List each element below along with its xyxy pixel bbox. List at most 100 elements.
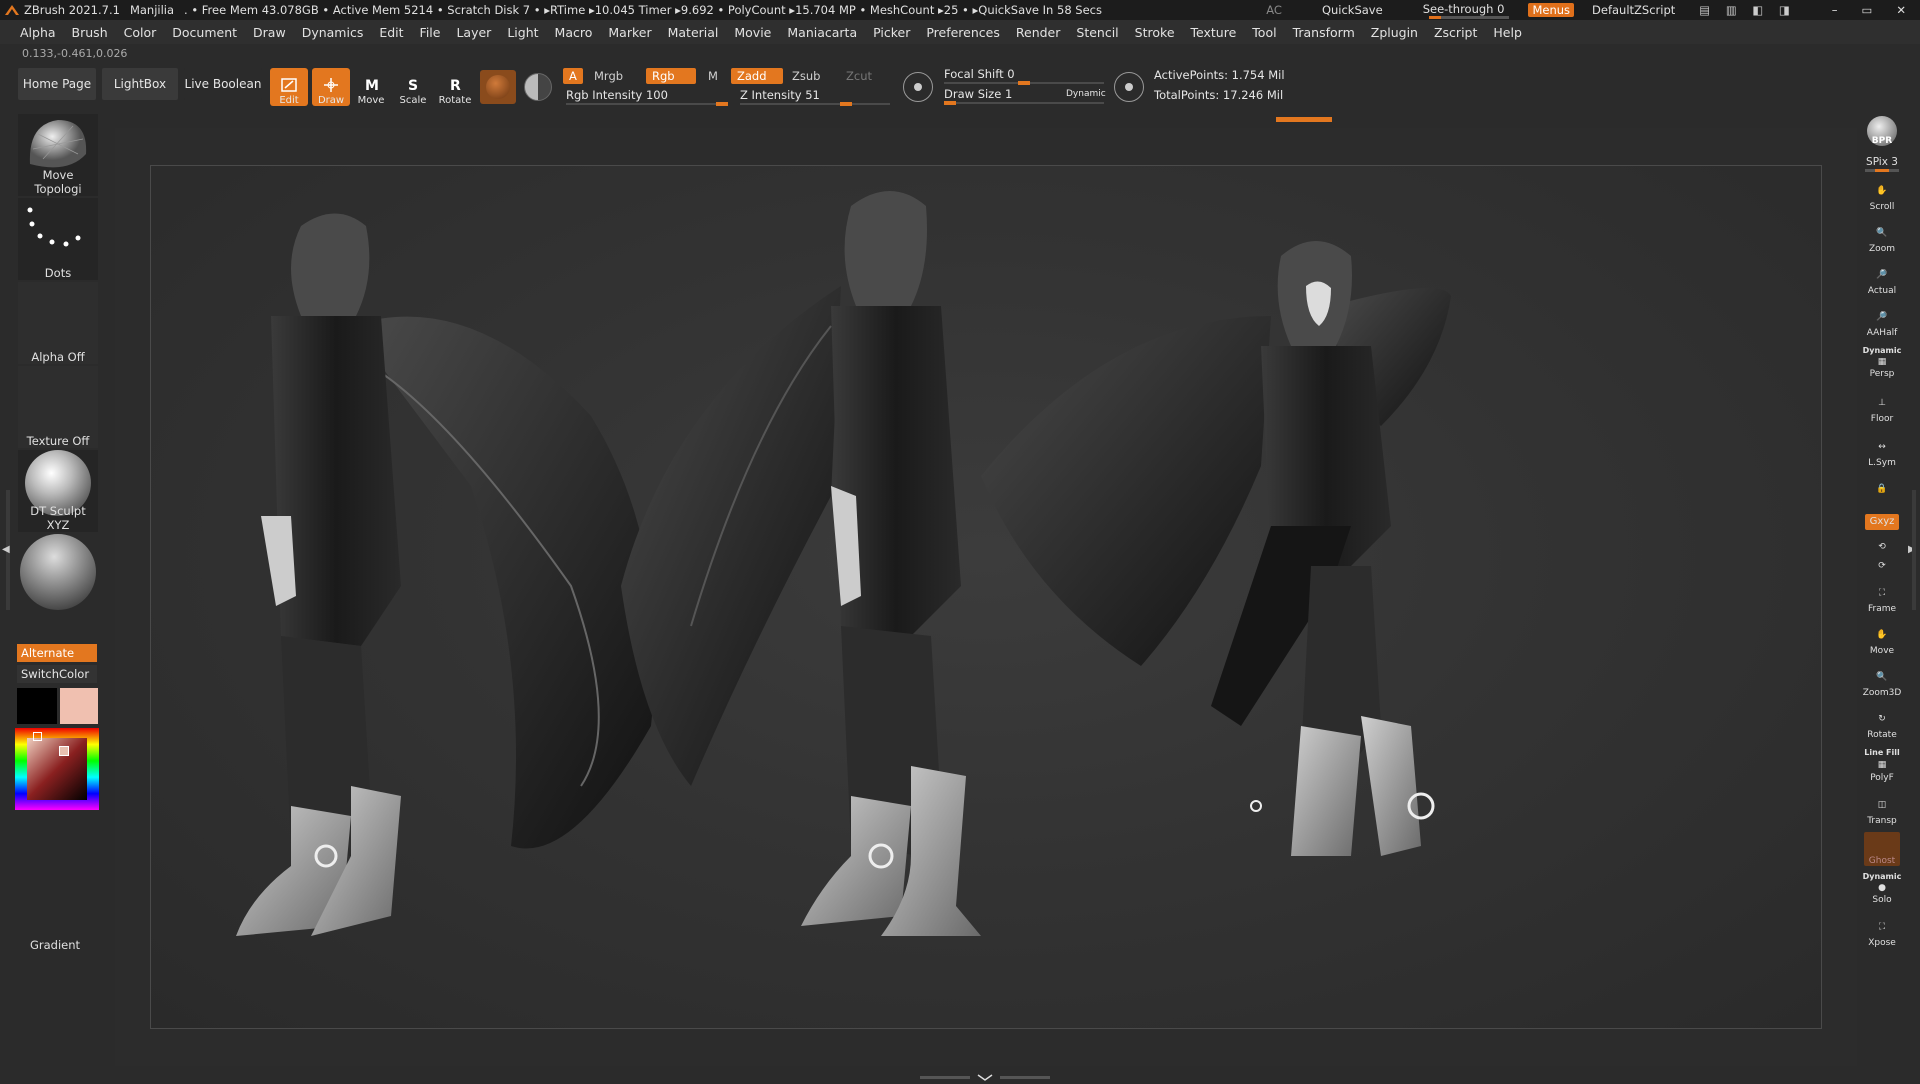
mrgb-toggle[interactable]: Mrgb <box>588 68 629 84</box>
color-square[interactable] <box>27 738 87 800</box>
dynamic-size-icon[interactable] <box>1114 72 1144 102</box>
menu-marker[interactable]: Marker <box>608 25 651 40</box>
menu-file[interactable]: File <box>420 25 441 40</box>
menu-stroke[interactable]: Stroke <box>1135 25 1175 40</box>
menu-preferences[interactable]: Preferences <box>926 25 1000 40</box>
main-color-swatch[interactable] <box>17 688 57 724</box>
menu-light[interactable]: Light <box>507 25 538 40</box>
menu-brush[interactable]: Brush <box>72 25 108 40</box>
alternate-button[interactable]: Alternate <box>17 644 97 662</box>
dynamic-toggle[interactable]: Dynamic <box>1066 89 1106 99</box>
brush-slot[interactable]: Move Topologi <box>18 114 98 196</box>
bottom-tray-handle[interactable] <box>920 1070 1050 1081</box>
quicksave-button[interactable]: QuickSave <box>1322 3 1383 17</box>
draw-size-handle[interactable] <box>944 101 956 105</box>
rotate-view-button[interactable]: ↻ Rotate <box>1862 708 1902 740</box>
stroke-slot[interactable]: Dots <box>18 198 98 280</box>
frame-button[interactable]: ⛶ Frame <box>1862 582 1902 614</box>
texture-slot[interactable]: Texture Off <box>18 366 98 448</box>
live-boolean-button[interactable]: Live Boolean <box>184 68 262 100</box>
menu-layer[interactable]: Layer <box>456 25 491 40</box>
menu-tool[interactable]: Tool <box>1252 25 1276 40</box>
spix-slider[interactable]: SPix 3 <box>1862 156 1902 172</box>
material-preview[interactable] <box>18 534 98 618</box>
material-slot[interactable]: DT Sculpt XYZ <box>18 450 98 532</box>
menu-movie[interactable]: Movie <box>734 25 771 40</box>
material-swatch-button[interactable] <box>480 70 516 104</box>
menu-macro[interactable]: Macro <box>555 25 593 40</box>
draw-mode-button[interactable]: Draw <box>312 68 350 106</box>
menu-help[interactable]: Help <box>1493 25 1522 40</box>
secondary-color-swatch[interactable] <box>60 688 98 724</box>
bpr-button[interactable]: BPR <box>1862 116 1902 146</box>
draw-size-slider[interactable] <box>944 102 1104 104</box>
lightbox-button[interactable]: LightBox <box>102 68 178 100</box>
aahalf-button[interactable]: 🔎 AAHalf <box>1862 306 1902 338</box>
menu-transform[interactable]: Transform <box>1293 25 1355 40</box>
polyf-button[interactable]: Line Fill ▦ PolyF <box>1862 748 1902 783</box>
home-page-button[interactable]: Home Page <box>18 68 96 100</box>
floor-button[interactable]: ⊥ Floor <box>1862 392 1902 424</box>
color-mode-icon[interactable] <box>524 73 552 101</box>
right-tray-scrollbar[interactable] <box>1912 490 1916 610</box>
focal-shift-handle[interactable] <box>1018 81 1030 85</box>
collapse-left-tray-icon[interactable]: ◀ <box>2 544 10 555</box>
ui-layout-icons[interactable]: ▤ ▥ ◧ ◨ <box>1699 3 1795 17</box>
close-icon[interactable]: ✕ <box>1896 3 1906 17</box>
a-toggle[interactable]: A <box>563 68 583 84</box>
actual-button[interactable]: 🔎 Actual <box>1862 264 1902 296</box>
lock-button[interactable]: 🔒 <box>1862 478 1902 500</box>
maximize-icon[interactable]: ▭ <box>1861 3 1872 17</box>
edit-mode-button[interactable]: Edit <box>270 68 308 106</box>
rgb-intensity-handle[interactable] <box>716 102 728 106</box>
m-toggle[interactable]: M <box>702 68 724 84</box>
zcut-toggle[interactable]: Zcut <box>840 68 878 84</box>
rgb-intensity-slider[interactable] <box>566 103 726 105</box>
scroll-button[interactable]: ✋ Scroll <box>1862 180 1902 212</box>
transp-button[interactable]: ◫ Transp <box>1862 794 1902 826</box>
menu-render[interactable]: Render <box>1016 25 1061 40</box>
document-canvas[interactable] <box>150 165 1822 1029</box>
menu-maniacarta[interactable]: Maniacarta <box>787 25 857 40</box>
menu-picker[interactable]: Picker <box>873 25 910 40</box>
move-view-button[interactable]: ✋ Move <box>1862 624 1902 656</box>
color-picker[interactable] <box>15 728 99 810</box>
menu-edit[interactable]: Edit <box>379 25 403 40</box>
menu-dynamics[interactable]: Dynamics <box>302 25 364 40</box>
menu-document[interactable]: Document <box>172 25 237 40</box>
xyz-button[interactable]: Gxyz <box>1862 514 1902 530</box>
switch-color-button[interactable]: SwitchColor <box>17 665 97 683</box>
menu-zscript[interactable]: Zscript <box>1434 25 1477 40</box>
solo-button[interactable]: Dynamic ● Solo <box>1862 872 1902 905</box>
zadd-toggle[interactable]: Zadd <box>731 68 783 84</box>
menu-material[interactable]: Material <box>668 25 719 40</box>
zoom3d-button[interactable]: 🔍 Zoom3D <box>1862 666 1902 698</box>
see-through-slider[interactable]: See-through 0 <box>1423 2 1515 19</box>
lazy-mouse-icon[interactable] <box>903 72 933 102</box>
menu-draw[interactable]: Draw <box>253 25 286 40</box>
rgb-toggle[interactable]: Rgb <box>646 68 696 84</box>
menus-button[interactable]: Menus <box>1528 3 1575 17</box>
xpose-button[interactable]: ⛶ Xpose <box>1862 916 1902 948</box>
z-intensity-slider[interactable] <box>740 103 890 105</box>
zsub-toggle[interactable]: Zsub <box>786 68 826 84</box>
move-mode-button[interactable]: M Move <box>352 68 390 106</box>
zoom-button[interactable]: 🔍 Zoom <box>1862 222 1902 254</box>
menu-texture[interactable]: Texture <box>1191 25 1237 40</box>
persp-button[interactable]: Dynamic ▦ Persp <box>1862 346 1902 379</box>
floor-icon: ⊥ <box>1878 398 1886 408</box>
z-intensity-handle[interactable] <box>840 102 852 106</box>
menu-color[interactable]: Color <box>124 25 157 40</box>
default-zscript-button[interactable]: DefaultZScript <box>1592 3 1675 17</box>
rotate-mode-button[interactable]: R Rotate <box>436 68 474 106</box>
menu-stencil[interactable]: Stencil <box>1076 25 1118 40</box>
minimize-icon[interactable]: – <box>1832 3 1838 17</box>
menu-alpha[interactable]: Alpha <box>20 25 56 40</box>
lsym-button[interactable]: ↔ L.Sym <box>1862 436 1902 468</box>
alpha-slot[interactable]: Alpha Off <box>18 282 98 364</box>
menu-zplugin[interactable]: Zplugin <box>1371 25 1418 40</box>
ghost-button[interactable]: Ghost <box>1862 832 1902 866</box>
scale-mode-button[interactable]: S Scale <box>394 68 432 106</box>
rotate-axis-buttons[interactable]: ⟲ ⟳ <box>1862 536 1902 574</box>
gradient-toggle[interactable]: Gradient <box>30 938 80 952</box>
